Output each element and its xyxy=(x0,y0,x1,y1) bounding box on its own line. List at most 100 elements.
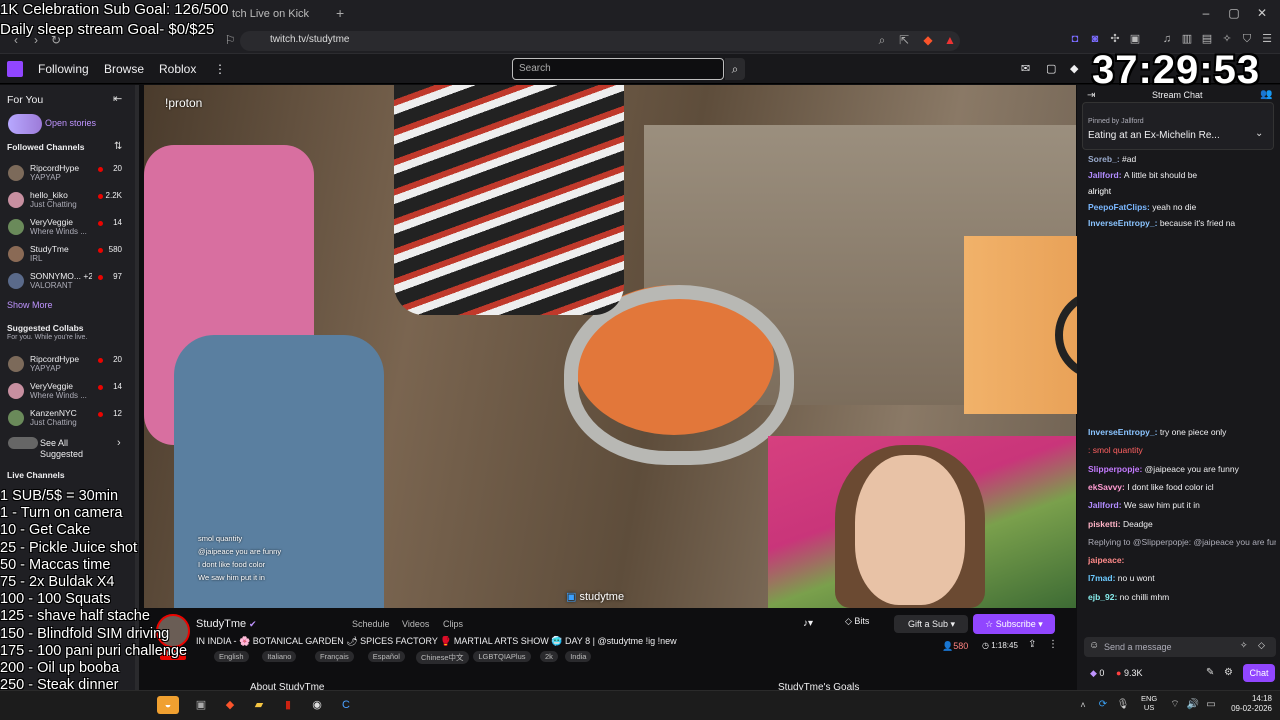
sort-icon[interactable]: ⇅ xyxy=(114,141,122,152)
notifications-bell-icon[interactable]: ♪▾ xyxy=(803,618,813,629)
volume-icon[interactable]: 🔊 xyxy=(1184,696,1202,714)
gift-sub-button[interactable]: Gift a Sub ▾ xyxy=(894,615,968,633)
magic-icon[interactable]: ✧ xyxy=(1240,640,1248,651)
chat-username[interactable]: Jallford: xyxy=(1088,170,1124,180)
stream-tag[interactable]: 2k xyxy=(540,651,558,662)
nav-roblox[interactable]: Roblox xyxy=(159,62,196,76)
followed-channel-avatar xyxy=(8,192,24,208)
show-more-link[interactable]: Show More xyxy=(7,300,53,310)
chat-username[interactable]: ejb_92: xyxy=(1088,592,1120,602)
maximize-icon[interactable]: ▢ xyxy=(1224,4,1244,22)
search-input[interactable]: Search xyxy=(512,58,724,80)
share-stream-icon[interactable]: ⇪ xyxy=(1028,639,1036,650)
search-icon[interactable]: ⌕ xyxy=(725,58,745,80)
inbox-icon[interactable]: ✉ xyxy=(1021,62,1030,75)
stream-tag[interactable]: Italiano xyxy=(262,651,297,662)
extension-icon-2[interactable]: ▣ xyxy=(1128,32,1142,46)
media-icon[interactable]: ♫ xyxy=(1160,32,1174,46)
chat-username[interactable]: ekSavvy: xyxy=(1088,482,1127,492)
stories-avatars[interactable] xyxy=(8,114,42,134)
taskbar-app-food-icon[interactable]: ◒ xyxy=(157,696,179,714)
leo-icon[interactable]: ✧ xyxy=(1220,32,1234,46)
chat-username[interactable]: InverseEntropy_: xyxy=(1088,427,1160,437)
zoom-icon[interactable]: ⌕ xyxy=(874,32,890,48)
chat-username[interactable]: PeepoFatClips: xyxy=(1088,202,1152,212)
subscribe-label: Subscribe xyxy=(995,619,1036,629)
bookmark-icon[interactable]: ⚐ xyxy=(222,32,238,48)
pinned-message[interactable] xyxy=(1082,102,1274,150)
bits-button[interactable]: ◇ Bits xyxy=(845,616,869,627)
close-icon[interactable]: ✕ xyxy=(1252,4,1272,22)
tab-videos[interactable]: Videos xyxy=(402,619,429,629)
see-all-link[interactable]: See All xyxy=(40,438,68,448)
chat-send-button[interactable]: Chat xyxy=(1243,664,1275,682)
emote-picker-icon[interactable]: ☺ xyxy=(1089,640,1099,651)
rewards-icon[interactable]: ▲ xyxy=(942,32,958,48)
menu-icon[interactable]: ☰ xyxy=(1260,32,1274,46)
stream-tag[interactable]: Français xyxy=(315,651,354,662)
language-indicator[interactable]: ENG US xyxy=(1141,694,1157,712)
twitch-logo[interactable] xyxy=(7,61,23,77)
stream-tag[interactable]: Chinese中文 xyxy=(416,651,469,664)
channel-points[interactable]: ◆ 0 xyxy=(1090,668,1104,679)
stream-tag[interactable]: English xyxy=(214,651,249,662)
taskbar-brave-icon[interactable]: ◆ xyxy=(221,696,239,714)
chat-username[interactable]: InverseEntropy_: xyxy=(1088,218,1160,228)
stream-tag[interactable]: LGBTQIAPlus xyxy=(473,651,531,662)
vpn-icon[interactable]: ⛉ xyxy=(1240,32,1254,46)
tray-overflow-icon[interactable]: ˄ xyxy=(1074,696,1092,714)
tray-mic-icon[interactable]: 🎙 xyxy=(1114,696,1132,714)
crown-icon[interactable]: ◆ xyxy=(1070,62,1078,75)
tab-schedule[interactable]: Schedule xyxy=(352,619,390,629)
bits-chat-icon[interactable]: ◇ xyxy=(1258,640,1265,651)
browser-tab[interactable]: tch Live on Kick xyxy=(232,3,332,25)
suggested-channel-viewers: 12 xyxy=(113,409,122,418)
new-tab-icon[interactable]: + xyxy=(336,5,350,21)
collapse-sidebar-icon[interactable]: ⇤ xyxy=(113,92,122,105)
clock[interactable]: 14:18 09-02-2026 xyxy=(1220,694,1272,714)
channel-name[interactable]: StudyTme xyxy=(196,618,246,630)
bits-balance[interactable]: ● 9.3K xyxy=(1116,668,1142,678)
taskbar-task-view-icon[interactable]: ▣ xyxy=(192,696,210,714)
chat-username[interactable]: pisketti: xyxy=(1088,519,1123,529)
wifi-icon[interactable]: ⌔ xyxy=(1166,696,1184,714)
chevron-down-icon[interactable]: ⌄ xyxy=(1255,128,1263,139)
whispers-icon[interactable]: ▢ xyxy=(1046,62,1056,75)
nav-browse[interactable]: Browse xyxy=(104,62,144,76)
more-options-icon[interactable]: ⋮ xyxy=(1048,639,1058,650)
share-icon[interactable]: ⇱ xyxy=(896,32,912,48)
tab-clips[interactable]: Clips xyxy=(443,619,463,629)
battery-icon[interactable]: ▭ xyxy=(1202,696,1220,714)
nav-following[interactable]: Following xyxy=(38,62,89,76)
chat-username[interactable]: Slipperpopje: xyxy=(1088,464,1145,474)
more-menu-icon[interactable]: ⋮ xyxy=(214,62,226,76)
moderation-icon[interactable]: ✎ xyxy=(1206,667,1214,678)
chat-username[interactable]: jaipeace: xyxy=(1088,555,1124,565)
chat-username[interactable]: Jallford: xyxy=(1088,500,1124,510)
open-stories-link[interactable]: Open stories xyxy=(45,118,96,128)
taskbar-folder-icon[interactable]: ▰ xyxy=(250,696,268,714)
stream-tag[interactable]: Español xyxy=(367,651,405,662)
taskbar-app-red-icon[interactable]: ▮ xyxy=(279,696,297,714)
stream-tag[interactable]: India xyxy=(565,651,592,662)
points-text: 0 xyxy=(1099,668,1105,678)
extensions-icon[interactable]: ✣ xyxy=(1108,32,1122,46)
chat-settings-icon[interactable]: ⚙ xyxy=(1224,667,1233,678)
taskbar-obs-icon[interactable]: ◉ xyxy=(308,696,326,714)
chevron-right-icon[interactable]: › xyxy=(117,437,121,449)
minimize-icon[interactable]: – xyxy=(1196,4,1216,22)
brave-shield-icon[interactable]: ◆ xyxy=(920,32,936,48)
extension-proton-icon[interactable]: ◘ xyxy=(1068,32,1082,46)
taskbar-app-c-icon[interactable]: C xyxy=(337,696,355,714)
wallet-icon[interactable]: ▤ xyxy=(1200,32,1214,46)
chat-users-icon[interactable]: 👥 xyxy=(1260,89,1272,100)
suggested-collabs-sub: For you. While you're live. xyxy=(7,334,88,341)
subscribe-button[interactable]: ☆ Subscribe ▾ xyxy=(973,614,1055,634)
extension-icon[interactable]: ◙ xyxy=(1088,32,1102,46)
sidebar-scrollbar[interactable] xyxy=(135,85,139,690)
chat-username[interactable]: Soreb_: xyxy=(1088,154,1122,164)
chat-username[interactable]: l7mad: xyxy=(1088,573,1118,583)
followed-channel-viewers: 580 xyxy=(108,245,122,254)
tray-app-icon[interactable]: ⟳ xyxy=(1094,696,1112,714)
sidebar-toggle-icon[interactable]: ▥ xyxy=(1180,32,1194,46)
